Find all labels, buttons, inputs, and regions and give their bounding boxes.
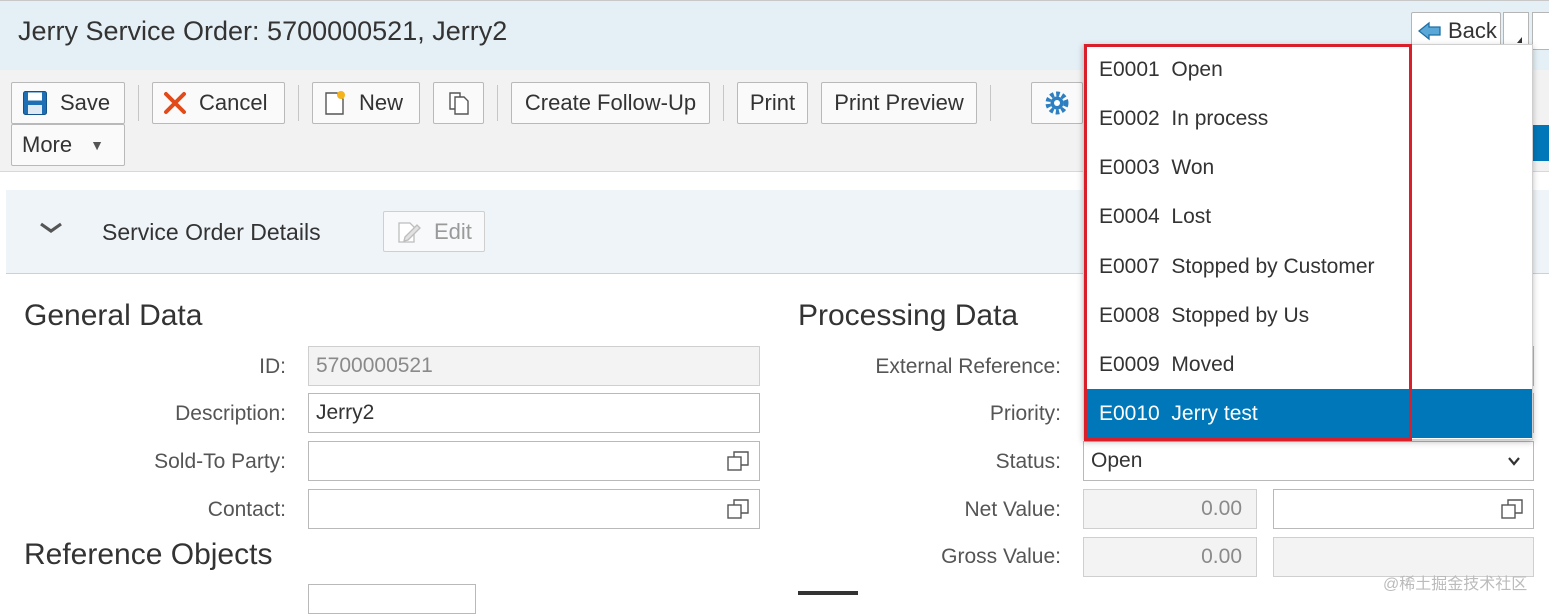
status-value: Open — [1091, 449, 1143, 472]
watermark: @稀土掘金技术社区 — [1383, 576, 1528, 593]
id-value: 5700000521 — [316, 354, 433, 377]
save-icon — [23, 91, 47, 115]
copy-button[interactable] — [433, 82, 484, 124]
reference-objects-title: Reference Objects — [24, 538, 273, 571]
chevron-down-icon — [1508, 457, 1520, 466]
print-preview-label: Print Preview — [834, 90, 964, 115]
edit-button[interactable]: Edit — [383, 211, 485, 252]
external-reference-label: External Reference: — [875, 355, 1061, 378]
sold-to-party-input[interactable] — [308, 441, 760, 481]
status-option-e0008[interactable]: E0008 Stopped by Us — [1084, 291, 1532, 340]
collapse-icon[interactable] — [38, 218, 64, 238]
edit-icon — [398, 221, 421, 243]
dates-title-partial — [798, 583, 858, 597]
status-option-e0001[interactable]: E0001 Open — [1084, 45, 1532, 94]
print-label: Print — [749, 90, 796, 115]
more-label: More — [22, 132, 73, 157]
id-field: 5700000521 — [308, 346, 760, 386]
installed-base-input[interactable] — [308, 584, 476, 614]
status-option-e0010[interactable]: E0010 Jerry test — [1084, 389, 1532, 438]
cancel-icon — [164, 92, 186, 114]
settings-icon — [1045, 91, 1069, 115]
cancel-button[interactable]: Cancel — [152, 82, 285, 124]
print-button[interactable]: Print — [737, 82, 808, 124]
value-help-icon[interactable] — [1501, 499, 1523, 519]
general-data-title: General Data — [24, 299, 203, 332]
selected-row-strip — [1533, 125, 1549, 161]
contact-input[interactable] — [308, 489, 760, 529]
status-label: Status: — [995, 450, 1061, 473]
status-option-e0002[interactable]: E0002 In process — [1084, 94, 1532, 143]
settings-button[interactable] — [1031, 82, 1083, 124]
new-icon — [325, 91, 345, 115]
create-follow-up-label: Create Follow-Up — [524, 90, 697, 115]
toolbar-divider — [723, 85, 724, 121]
priority-label: Priority: — [989, 402, 1061, 425]
description-label: Description: — [175, 402, 286, 425]
status-option-e0009[interactable]: E0009 Moved — [1084, 340, 1532, 389]
cancel-label: Cancel — [199, 90, 268, 115]
toolbar-divider — [138, 85, 139, 121]
more-button[interactable]: More ▼ — [11, 124, 125, 166]
status-option-e0003[interactable]: E0003 Won — [1084, 143, 1532, 192]
id-label: ID: — [259, 355, 286, 378]
net-value-currency-input[interactable] — [1273, 489, 1534, 529]
toolbar-divider — [298, 85, 299, 121]
value-help-icon[interactable] — [727, 451, 749, 471]
chevron-down-icon: ▼ — [90, 137, 104, 153]
toolbar-divider — [497, 85, 498, 121]
save-label: Save — [60, 90, 111, 115]
gross-value: 0.00 — [1201, 545, 1242, 568]
description-input[interactable]: Jerry2 — [308, 393, 760, 433]
new-label: New — [359, 90, 404, 115]
sold-to-party-label: Sold-To Party: — [154, 450, 286, 473]
page-title: Jerry Service Order: 5700000521, Jerry2 — [18, 16, 508, 46]
toolbar-divider — [990, 85, 991, 121]
print-preview-button[interactable]: Print Preview — [821, 82, 977, 124]
status-option-e0007[interactable]: E0007 Stopped by Customer — [1084, 242, 1532, 291]
status-option-e0004[interactable]: E0004 Lost — [1084, 192, 1532, 241]
value-help-icon[interactable] — [727, 499, 749, 519]
edit-label: Edit — [434, 218, 472, 244]
gross-value-label: Gross Value: — [941, 545, 1061, 568]
section-title: Service Order Details — [102, 219, 321, 245]
copy-icon — [448, 92, 469, 115]
save-button[interactable]: Save — [11, 82, 125, 124]
description-value: Jerry2 — [316, 401, 375, 424]
processing-data-title: Processing Data — [798, 299, 1019, 332]
status-select[interactable]: Open — [1083, 441, 1534, 481]
back-button-label: Back — [1448, 18, 1497, 43]
net-value: 0.00 — [1201, 497, 1242, 520]
create-follow-up-button[interactable]: Create Follow-Up — [511, 82, 710, 124]
header-more-button[interactable] — [1532, 12, 1549, 50]
back-arrow-icon — [1418, 21, 1441, 41]
net-value-field: 0.00 — [1083, 489, 1257, 529]
new-button[interactable]: New — [312, 82, 420, 124]
status-dropdown-list: E0001 Open E0002 In process E0003 Won E0… — [1083, 44, 1533, 440]
net-value-label: Net Value: — [964, 498, 1062, 521]
gross-value-field: 0.00 — [1083, 537, 1257, 577]
contact-label: Contact: — [207, 498, 286, 521]
